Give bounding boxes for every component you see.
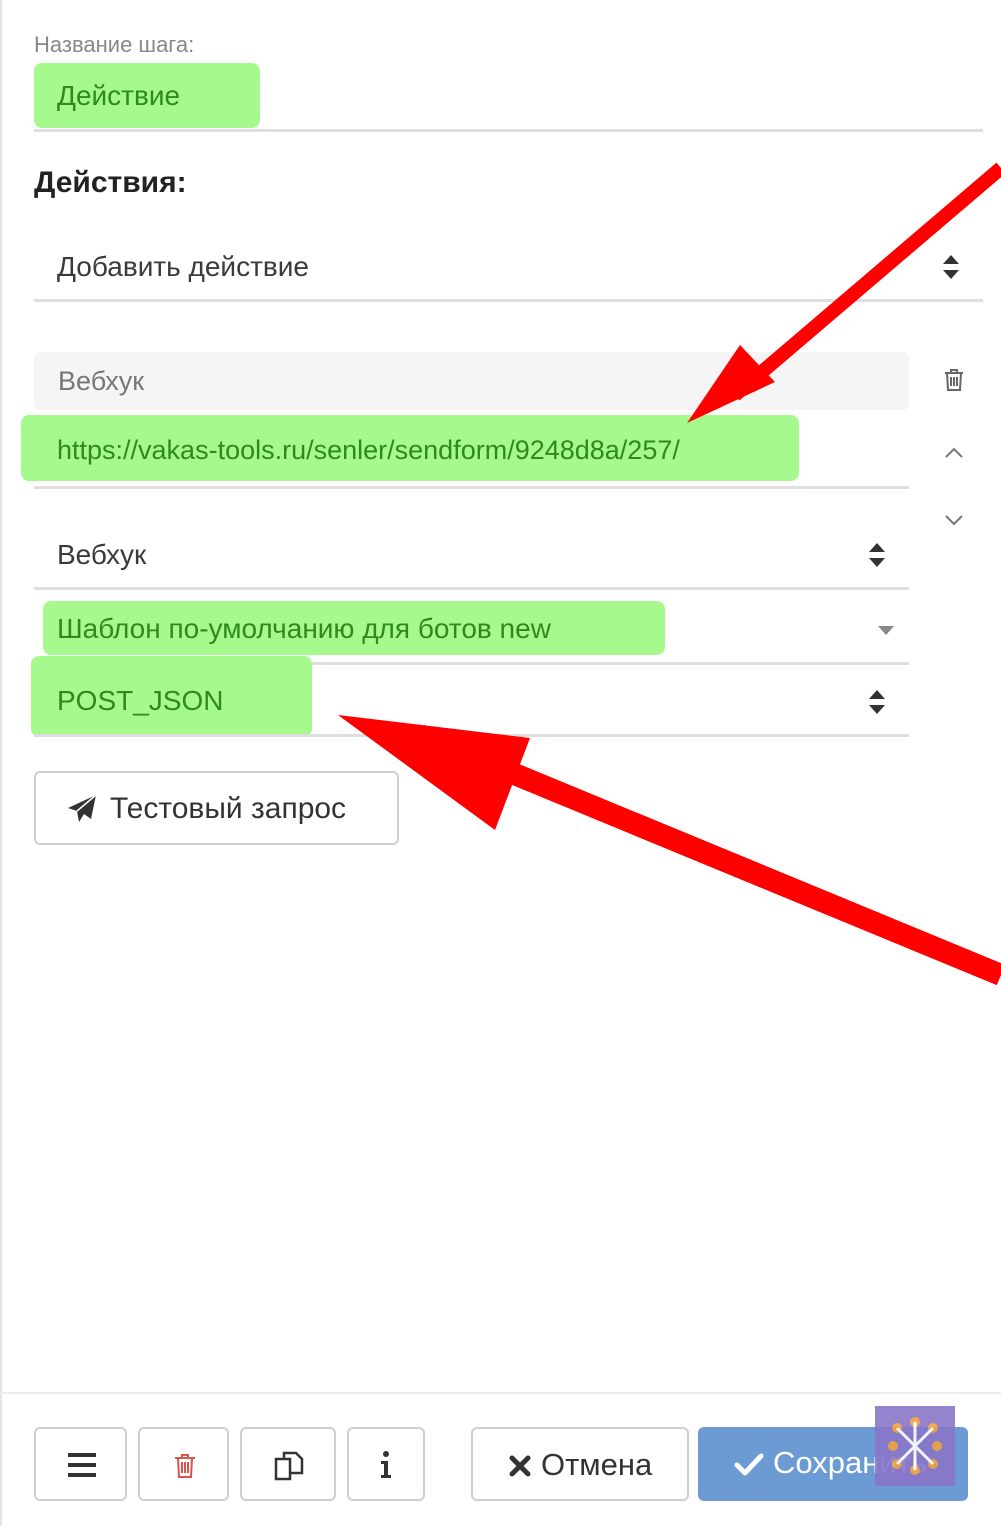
annotation-arrow-bottom bbox=[338, 715, 1001, 986]
annotation-arrows bbox=[338, 162, 1001, 986]
annotation-arrow-top bbox=[687, 162, 1001, 423]
